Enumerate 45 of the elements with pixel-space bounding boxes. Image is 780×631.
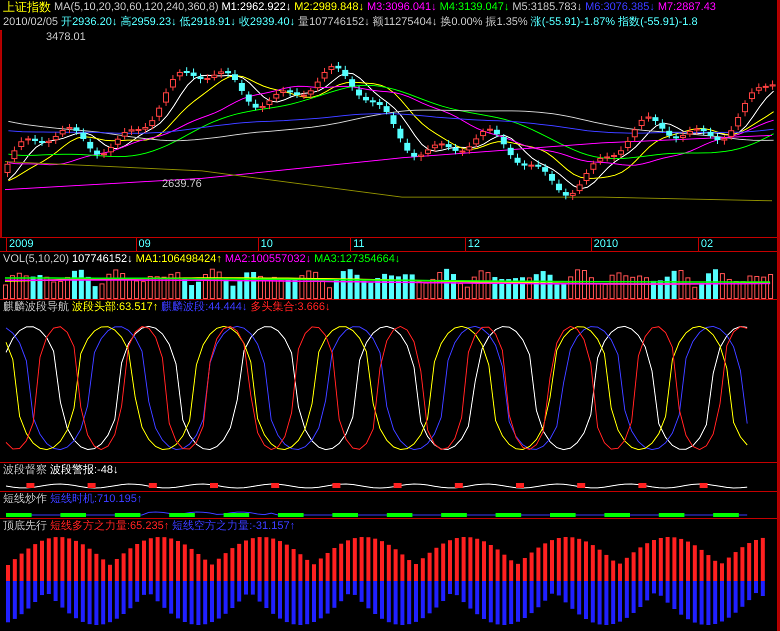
time-axis-label: 2009 xyxy=(6,238,34,251)
time-axis-label: 09 xyxy=(136,238,151,251)
volume-value: MA1:106498424↑ xyxy=(136,252,222,267)
ma-value: M1:2962.922↓ xyxy=(222,0,292,15)
indicator-title: 波段督察 xyxy=(3,463,47,478)
indicator-title: 麒麟波段导航 xyxy=(3,300,69,315)
quote-field: 低2918.91↓ xyxy=(180,15,236,30)
volume-value: MA2:100557032↓ xyxy=(224,252,312,267)
ma-value: M7:2887.43 xyxy=(658,0,716,15)
quote-field: 换0.00% xyxy=(440,15,483,30)
time-axis-label: 12 xyxy=(464,238,480,251)
indicator-value: 短线空方之力量:-31.157↑ xyxy=(172,519,296,534)
time-axis-label: 10 xyxy=(258,238,273,251)
indicator-title: 短线炒作 xyxy=(3,492,47,507)
indicator-value: 短线多方之力量:65.235↑ xyxy=(50,519,170,534)
quote-field: 收2939.40↓ xyxy=(238,15,296,30)
volume-title: VOL(5,10,20) xyxy=(3,252,70,267)
time-axis-label: 11 xyxy=(350,238,365,251)
indicator-value: 波段警报:-48↓ xyxy=(50,463,118,478)
indicator-value: 波段头部:63.517↑ xyxy=(72,300,158,315)
index-name: 上证指数 xyxy=(3,0,51,15)
quote-field: 指数(-55.91)-1.8 xyxy=(618,15,698,30)
time-axis-label: 2010 xyxy=(590,238,618,251)
quote-field: 振1.35% xyxy=(486,15,528,30)
time-axis-label: 02 xyxy=(698,238,714,251)
volume-value: 107746152↓ xyxy=(72,252,133,267)
quote-field: 额11275404↓ xyxy=(372,15,438,30)
quote-field: 开2936.20↓ xyxy=(61,15,118,30)
volume-value: MA3:127354664↓ xyxy=(314,252,400,267)
ma-value: M6:3076.385↓ xyxy=(585,0,655,15)
quote-field: 高2959.23↓ xyxy=(120,15,177,30)
ma-value: M3:3096.041↓ xyxy=(366,0,437,15)
quote-date: 2010/02/05 xyxy=(3,15,58,30)
ma-value: M4:3139.047↓ xyxy=(440,0,510,15)
indicator-value: 麒麟波段:44.444↓ xyxy=(161,300,248,315)
high-price-label: 3478.01 xyxy=(46,31,86,43)
indicator-value: 多头集合:3.666↓ xyxy=(250,300,330,315)
indicator-title: 顶底先行 xyxy=(3,519,47,534)
low-price-label: 2639.76 xyxy=(162,178,202,190)
ma-value: M2:2989.848↓ xyxy=(294,0,364,15)
quote-field: 量107746152↓ xyxy=(298,15,370,30)
indicator-value: 短线时机:710.195↑ xyxy=(50,492,142,507)
ma-parameters: MA(5,10,20,30,60,120,240,360,8) xyxy=(54,0,219,15)
quote-field: 涨(-55.91)-1.87% xyxy=(530,15,616,30)
ma-value: M5:3185.783↓ xyxy=(512,0,582,15)
